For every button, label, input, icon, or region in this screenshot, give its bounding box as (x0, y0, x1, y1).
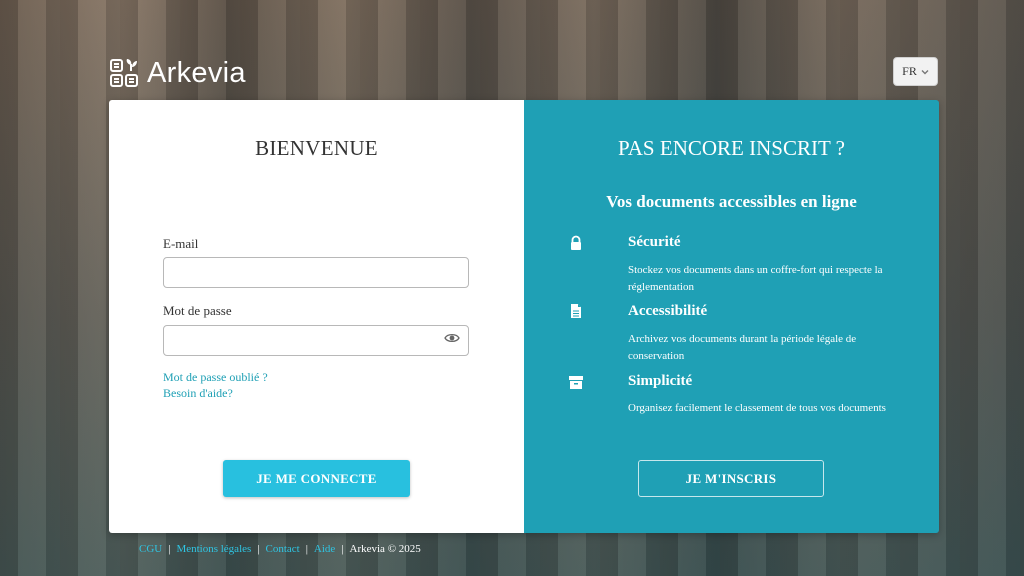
show-password-eye-icon[interactable] (444, 332, 460, 344)
feature-desc-simplicity: Organisez facilement le classement de to… (628, 402, 886, 414)
footer-separator: | (341, 543, 344, 555)
password-field[interactable] (163, 325, 469, 356)
feature-desc-accessibility: Archivez vos documents durant la période… (628, 333, 857, 362)
feature-desc-security: Stockez vos documents dans un coffre-for… (628, 264, 883, 293)
signup-title: PAS ENCORE INSCRIT ? (618, 136, 845, 160)
footer-link-contact[interactable]: Contact (266, 543, 300, 555)
language-select[interactable]: FR (893, 57, 938, 86)
brand-name: Arkevia (147, 56, 246, 89)
feature-title-simplicity: Simplicité (628, 373, 693, 389)
login-title: BIENVENUE (255, 136, 378, 160)
footer-separator: | (305, 543, 308, 555)
footer-link-help[interactable]: Aide (314, 543, 335, 555)
feature-title-accessibility: Accessibilité (628, 303, 708, 319)
help-link[interactable]: Besoin d'aide? (163, 386, 233, 401)
language-selected-value: FR (902, 64, 917, 78)
email-label: E-mail (163, 236, 199, 251)
footer-separator: | (257, 543, 260, 555)
feature-title-security: Sécurité (628, 234, 681, 250)
footer: CGU | Mentions légales | Contact | Aide … (139, 543, 421, 555)
signup-button[interactable]: JE M'INSCRIS (638, 460, 824, 497)
login-button[interactable]: JE ME CONNECTE (223, 460, 410, 497)
footer-separator: | (168, 543, 171, 555)
footer-copyright: Arkevia © 2025 (349, 543, 421, 555)
arkevia-logo-icon (110, 59, 138, 87)
lock-icon (571, 235, 581, 250)
footer-link-cgu[interactable]: CGU (139, 543, 162, 555)
archive-box-icon (569, 376, 583, 389)
brand-logo[interactable]: Arkevia (109, 56, 246, 90)
chevron-down-icon (921, 69, 929, 74)
signup-panel: PAS ENCORE INSCRIT ? Vos documents acces… (524, 100, 939, 533)
password-label: Mot de passe (163, 303, 232, 318)
email-field[interactable] (163, 257, 469, 288)
footer-link-legal[interactable]: Mentions légales (176, 543, 251, 555)
auth-card: BIENVENUE E-mail Mot de passe Mot de pas… (109, 100, 939, 533)
document-icon (571, 304, 581, 318)
forgot-password-link[interactable]: Mot de passe oublié ? (163, 370, 268, 385)
signup-subtitle: Vos documents accessibles en ligne (606, 192, 857, 211)
login-panel: BIENVENUE E-mail Mot de passe Mot de pas… (109, 100, 524, 533)
